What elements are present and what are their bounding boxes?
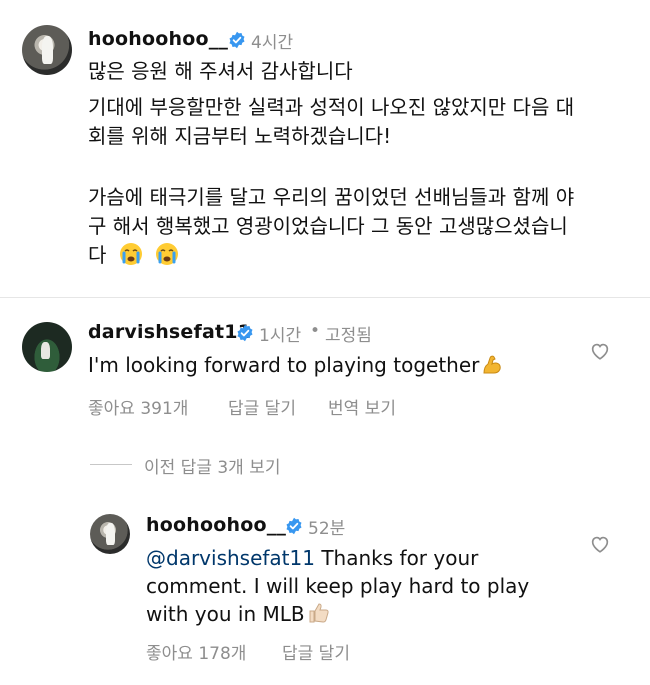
comment-text-line: 많은 응원 해 주셔서 감사합니다	[88, 59, 353, 83]
verified-badge-icon	[237, 324, 253, 342]
separator-dot: •	[310, 321, 321, 341]
avatar[interactable]	[22, 322, 72, 372]
verified-badge-icon	[229, 31, 245, 49]
flexed-biceps-icon	[483, 355, 502, 374]
comment-text-fragment: Thanks for your	[314, 546, 479, 570]
comment-text-line: 구 해서 행복했고 영광이었습니다 그 동안 고생많으셨습니	[88, 214, 568, 238]
translate-button[interactable]: 번역 보기	[328, 394, 396, 419]
comment-time: 1시간	[259, 326, 302, 346]
comment-time: 52분	[308, 519, 346, 539]
comment-text-line: 회를 위해 지금부터 노력하겠습니다!	[88, 124, 392, 148]
view-previous-replies-button[interactable]: 이전 답글 3개 보기	[144, 453, 281, 478]
avatar[interactable]	[22, 25, 72, 75]
comment-text-line: comment. I will keep play hard to play	[146, 574, 530, 598]
comment-text-line: 기대에 부응할만한 실력과 성적이 나오진 않았지만 다음 대	[88, 95, 575, 119]
like-heart-icon[interactable]	[589, 340, 611, 362]
avatar[interactable]	[90, 514, 130, 554]
reply-button[interactable]: 답글 달기	[228, 394, 296, 419]
comment-username[interactable]: darvishsefat11	[88, 321, 251, 343]
comment-text-fragment: 다	[88, 243, 107, 267]
crying-face-icon	[156, 243, 179, 265]
thread-line	[90, 464, 132, 465]
comment-text-line: @darvishsefat11 Thanks for your	[146, 543, 478, 573]
likes-count[interactable]: 좋아요 391개	[88, 394, 188, 419]
comment-text-line: with you in MLB	[146, 599, 331, 629]
likes-count[interactable]: 좋아요 178개	[146, 639, 246, 664]
comment-text-line: I'm looking forward to playing together	[88, 350, 505, 380]
comment-time: 4시간	[251, 33, 294, 53]
reply-button[interactable]: 답글 달기	[282, 639, 350, 664]
divider	[0, 297, 650, 298]
verified-badge-icon	[286, 517, 302, 535]
thumbs-up-icon	[309, 603, 329, 623]
like-heart-icon[interactable]	[589, 533, 611, 555]
crying-face-icon	[119, 243, 142, 265]
comment-text-line: 가슴에 태극기를 달고 우리의 꿈이었던 선배님들과 함께 야	[88, 185, 575, 209]
comment-text-line: 다	[88, 240, 179, 270]
comment-username[interactable]: hoohoohoo__	[146, 514, 286, 536]
comment-username[interactable]: hoohoohoo__	[88, 28, 228, 50]
mention-link[interactable]: @darvishsefat11	[146, 546, 315, 570]
comment-text-fragment: I'm looking forward to playing together	[88, 353, 480, 377]
pinned-label: 고정됨	[325, 326, 372, 346]
comment-text-fragment: with you in MLB	[146, 602, 305, 626]
